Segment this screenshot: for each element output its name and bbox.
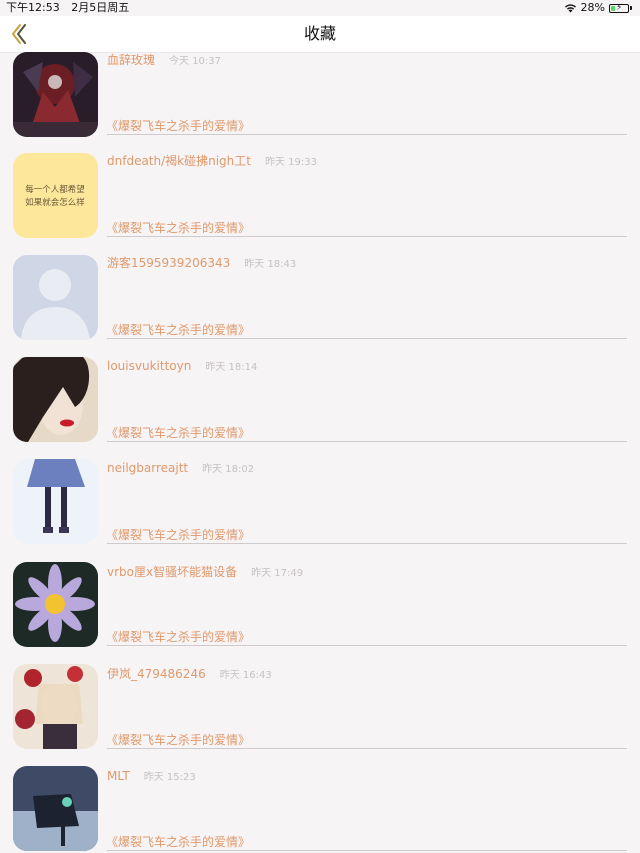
charging-bolt-icon: ⚡	[616, 2, 623, 13]
status-time: 下午12:53	[6, 1, 60, 14]
divider	[107, 543, 627, 544]
item-meta: 伊岚_479486246 昨天 16:43	[107, 665, 272, 681]
username: MLT	[107, 769, 130, 783]
username: 伊岚_479486246	[107, 667, 206, 681]
timestamp: 昨天 18:02	[202, 464, 255, 475]
item-meta: 游客1595939206343 昨天 18:43	[107, 254, 296, 270]
username: vrbo厘x智骚坏能猫设备	[107, 565, 238, 579]
work-title-link[interactable]: 《爆裂飞车之杀手的爱情》	[106, 630, 250, 644]
timestamp: 昨天 17:49	[251, 568, 304, 579]
divider	[107, 236, 627, 237]
timestamp: 昨天 18:14	[205, 362, 258, 373]
dark-night-scene-avatar[interactable]	[13, 766, 98, 851]
battery-fill	[611, 5, 616, 11]
username: 血辞玫瑰	[107, 53, 156, 67]
work-title-link[interactable]: 《爆裂飞车之杀手的爱情》	[106, 119, 250, 133]
divider	[107, 134, 627, 135]
item-meta: 血辞玫瑰 今天 10:37	[107, 52, 221, 67]
list-item[interactable]: neilgbarreajtt 昨天 18:02 《爆裂飞车之杀手的爱情》	[0, 455, 640, 557]
list-item[interactable]: vrbo厘x智骚坏能猫设备 昨天 17:49 《爆裂飞车之杀手的爱情》	[0, 557, 640, 659]
list-item[interactable]: 伊岚_479486246 昨天 16:43 《爆裂飞车之杀手的爱情》	[0, 660, 640, 762]
favorites-list[interactable]: 血辞玫瑰 今天 10:37 《爆裂飞车之杀手的爱情》 每一个人都希望 如果就会怎么…	[0, 52, 640, 853]
work-title-link[interactable]: 《爆裂飞车之杀手的爱情》	[106, 323, 250, 337]
timestamp: 昨天 19:33	[264, 157, 317, 168]
work-title-link[interactable]: 《爆裂飞车之杀手的爱情》	[106, 528, 250, 542]
list-item[interactable]: 游客1595939206343 昨天 18:43 《爆裂飞车之杀手的爱情》	[0, 250, 640, 352]
navigation-bar: 收藏	[0, 16, 640, 53]
item-meta: dnfdeath/褐k碰拂nigh工t 昨天 19:33	[107, 152, 317, 168]
divider	[107, 338, 627, 339]
yellow-text-avatar[interactable]: 每一个人都希望 如果就会怎么样	[13, 153, 98, 238]
status-bar: 下午12:53 2月5日周五 28% ⚡	[0, 0, 640, 16]
item-meta: MLT 昨天 15:23	[107, 767, 196, 783]
battery-icon: ⚡	[609, 2, 629, 13]
anime-school-uniform-avatar[interactable]	[13, 459, 98, 544]
work-title-link[interactable]: 《爆裂飞车之杀手的爱情》	[106, 426, 250, 440]
anime-red-flowers-avatar[interactable]	[13, 664, 98, 749]
default-person-avatar[interactable]	[13, 255, 98, 340]
item-meta: louisvukittoyn 昨天 18:14	[107, 357, 257, 373]
wifi-icon	[564, 4, 576, 13]
page-title: 收藏	[303, 24, 336, 43]
timestamp: 昨天 16:43	[219, 670, 272, 681]
item-meta: vrbo厘x智骚坏能猫设备 昨天 17:49	[107, 563, 303, 579]
status-bar-right: 28% ⚡	[564, 0, 632, 16]
status-date: 2月5日周五	[71, 1, 130, 14]
username: 游客1595939206343	[107, 256, 231, 270]
divider	[107, 850, 627, 851]
avatar-text-line-1: 每一个人都希望	[25, 184, 85, 195]
battery-percent: 28%	[580, 1, 605, 14]
timestamp: 昨天 15:23	[143, 772, 196, 783]
timestamp: 今天 10:37	[169, 56, 222, 67]
dark-hair-portrait-avatar[interactable]	[13, 357, 98, 442]
work-title-link[interactable]: 《爆裂飞车之杀手的爱情》	[106, 835, 250, 849]
status-bar-left: 下午12:53 2月5日周五	[6, 0, 137, 16]
username: neilgbarreajtt	[107, 461, 189, 475]
avatar-text-line-2: 如果就会怎么样	[25, 197, 85, 208]
battery-cap	[630, 6, 632, 10]
username: dnfdeath/褐k碰拂nigh工t	[107, 154, 251, 168]
list-item[interactable]: MLT 昨天 15:23 《爆裂飞车之杀手的爱情》	[0, 762, 640, 853]
list-item[interactable]: 血辞玫瑰 今天 10:37 《爆裂飞车之杀手的爱情》	[0, 52, 640, 148]
divider	[107, 748, 627, 749]
list-item[interactable]: louisvukittoyn 昨天 18:14 《爆裂飞车之杀手的爱情》	[0, 353, 640, 455]
list-item[interactable]: 每一个人都希望 如果就会怎么样 dnfdeath/褐k碰拂nigh工t 昨天 19…	[0, 148, 640, 250]
timestamp: 昨天 18:43	[244, 259, 297, 270]
item-meta: neilgbarreajtt 昨天 18:02	[107, 459, 254, 475]
divider	[107, 645, 627, 646]
work-title-link[interactable]: 《爆裂飞车之杀手的爱情》	[106, 733, 250, 747]
username: louisvukittoyn	[107, 359, 192, 373]
work-title-link[interactable]: 《爆裂飞车之杀手的爱情》	[106, 221, 250, 235]
divider	[107, 441, 627, 442]
water-lily-avatar[interactable]	[13, 562, 98, 647]
dark-red-gothic-avatar[interactable]	[13, 52, 98, 137]
